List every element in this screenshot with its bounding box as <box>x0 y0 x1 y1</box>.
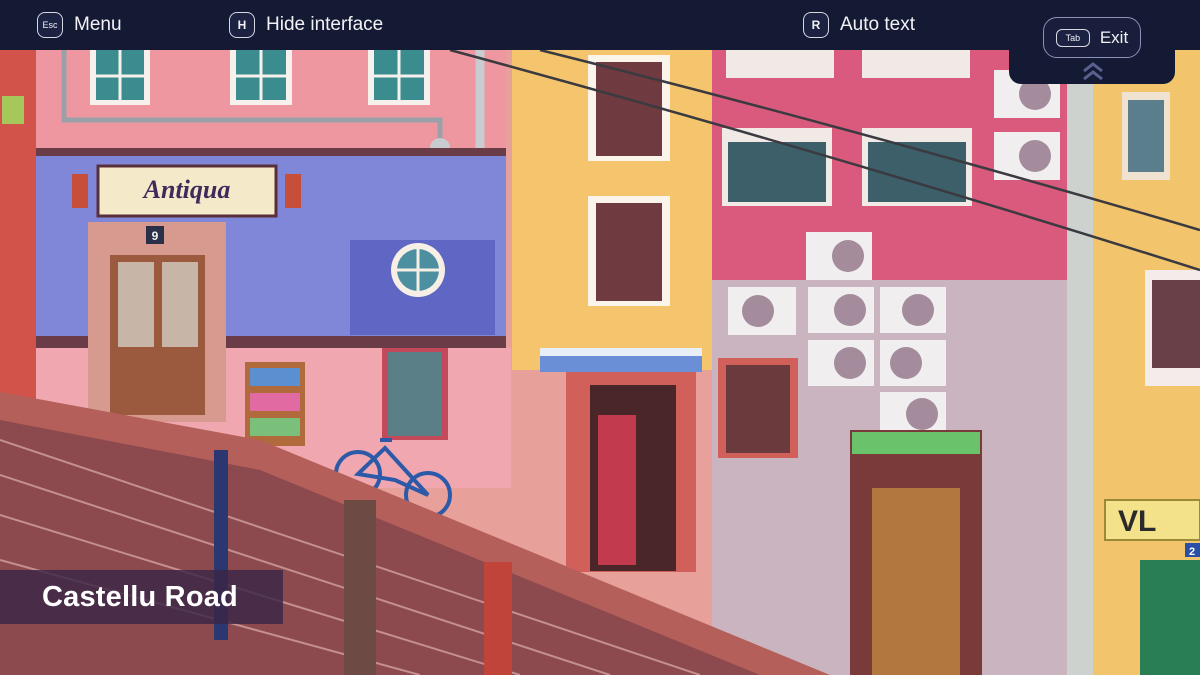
green-door <box>1140 560 1200 675</box>
auto-text-hint[interactable]: R Auto text <box>803 0 915 50</box>
auto-text-label: Auto text <box>840 14 915 35</box>
lantern-left <box>72 174 88 208</box>
utility-box <box>2 96 24 124</box>
chevron-up-icon <box>1083 62 1103 81</box>
location-caption: Castellu Road <box>0 570 283 624</box>
game-screen: Antiqua 9 VL 2 Esc Menu H Hide interface… <box>0 0 1200 675</box>
r-key-badge: R <box>803 12 829 38</box>
edge-number: 2 <box>1189 546 1195 558</box>
menu-label: Menu <box>74 14 122 35</box>
exit-panel: Tab Exit <box>1009 0 1175 84</box>
h-key-badge: H <box>229 12 255 38</box>
exit-label: Exit <box>1099 27 1129 47</box>
shop-sign-text: Antiqua <box>142 175 231 204</box>
esc-key-badge: Esc <box>37 12 63 38</box>
location-name: Castellu Road <box>42 580 238 613</box>
hide-interface-label: Hide interface <box>266 14 384 35</box>
hide-interface-hint[interactable]: H Hide interface <box>229 0 383 50</box>
lantern-right <box>285 174 301 208</box>
corner-sign-text: VL <box>1118 505 1156 538</box>
exit-button[interactable]: Tab Exit <box>1043 17 1141 58</box>
post-red <box>484 562 512 675</box>
door-number: 9 <box>152 229 159 243</box>
top-windows <box>90 50 430 105</box>
right-door <box>872 488 960 675</box>
tab-key-badge: Tab <box>1055 28 1090 47</box>
post-wood <box>344 500 376 675</box>
menu-hint[interactable]: Esc Menu <box>37 0 122 50</box>
